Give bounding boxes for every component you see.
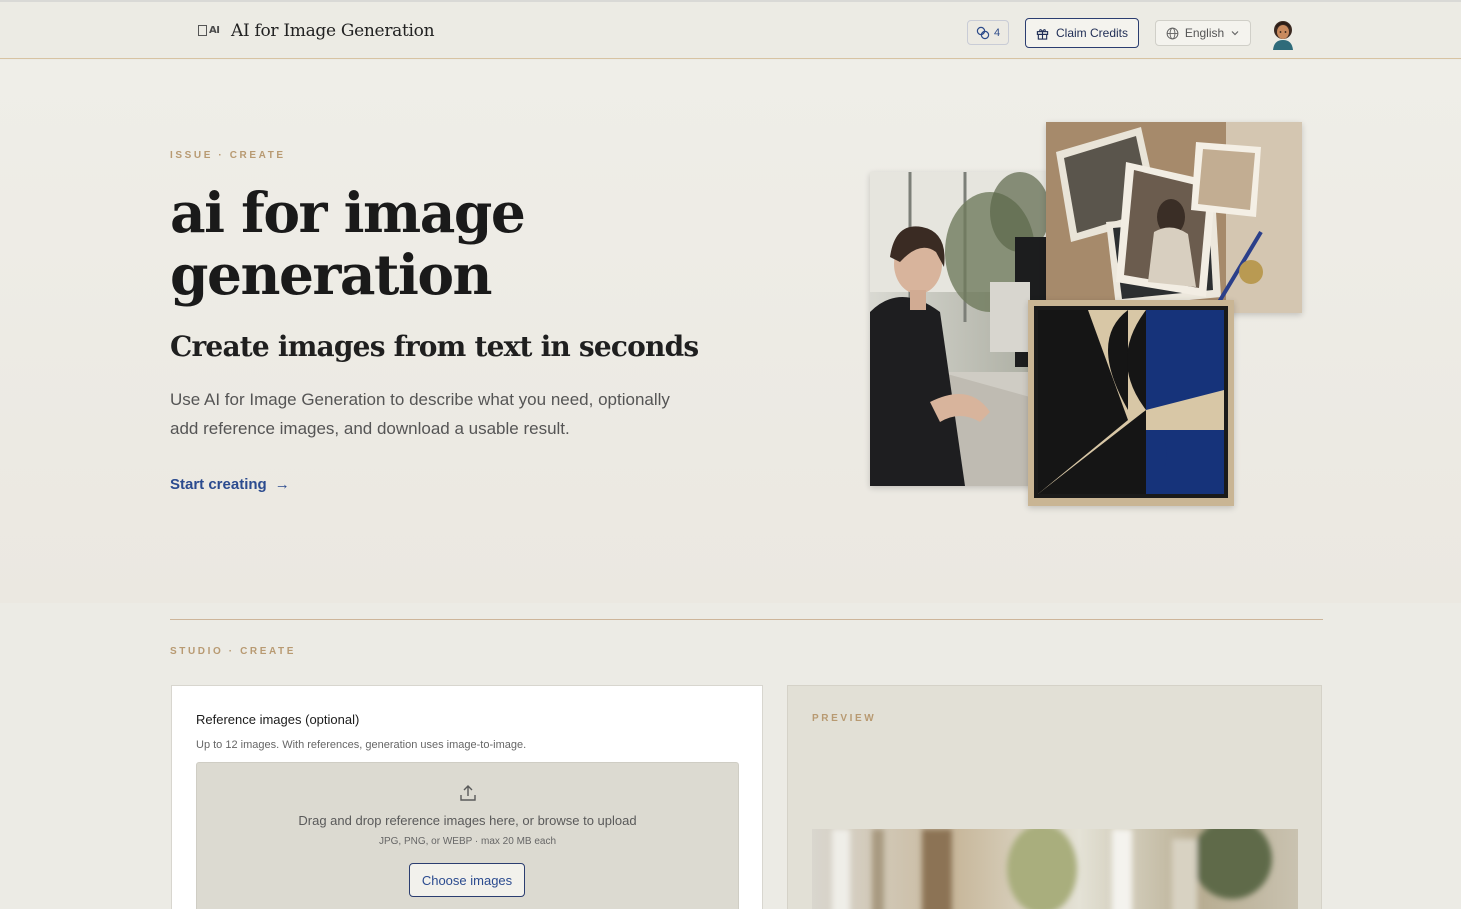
studio-eyebrow: STUDIO · CREATE: [170, 646, 297, 657]
start-creating-link[interactable]: Start creating →: [170, 476, 290, 493]
claim-credits-label: Claim Credits: [1055, 26, 1128, 40]
reference-dropzone[interactable]: Drag and drop reference images here, or …: [196, 762, 739, 909]
chevron-down-icon: [1231, 31, 1239, 36]
upload-icon: [460, 785, 476, 801]
woman-at-desk-image: [870, 172, 1048, 486]
reference-images-hint: Up to 12 images. With references, genera…: [196, 739, 527, 751]
claim-credits-button[interactable]: Claim Credits: [1025, 18, 1139, 48]
abstract-artwork-image: [1028, 300, 1234, 506]
hero-eyebrow: ISSUE · CREATE: [170, 150, 286, 161]
hero-description: Use AI for Image Generation to describe …: [170, 390, 670, 438]
credits-count: 4: [993, 26, 1001, 39]
credits-badge[interactable]: 4: [967, 20, 1009, 45]
start-creating-label: Start creating: [170, 476, 267, 493]
language-selector[interactable]: English: [1155, 20, 1251, 46]
top-nav: AI AI for Image Generation 4 Claim Credi…: [0, 0, 1461, 59]
preview-image: [812, 829, 1298, 909]
arrow-right-icon: →: [274, 476, 290, 493]
photo-prints-image: [1046, 122, 1302, 313]
hero-section: ISSUE · CREATE ai for image generation C…: [0, 60, 1461, 603]
preview-panel: PREVIEW: [787, 685, 1322, 909]
preview-label: PREVIEW: [812, 713, 877, 724]
logo-icon[interactable]: AI: [198, 23, 220, 37]
reference-images-panel: Reference images (optional) Up to 12 ima…: [171, 685, 763, 909]
brand-name[interactable]: AI for Image Generation: [231, 21, 435, 41]
dropzone-text: Drag and drop reference images here, or …: [298, 813, 637, 828]
dropzone-formats: JPG, PNG, or WEBP · max 20 MB each: [378, 836, 557, 847]
reference-images-title: Reference images (optional): [196, 712, 360, 727]
choose-images-button[interactable]: Choose images: [409, 863, 525, 897]
section-divider: [170, 619, 1323, 620]
page-title: ai for image generation: [170, 180, 526, 307]
hero-subtitle: Create images from text in seconds: [170, 330, 699, 363]
language-label: English: [1184, 26, 1225, 40]
globe-icon: [1166, 27, 1179, 39]
user-avatar[interactable]: [1268, 18, 1298, 50]
hero-collage: [868, 122, 1304, 508]
coins-icon: [976, 26, 990, 39]
gift-icon: [1036, 28, 1049, 40]
